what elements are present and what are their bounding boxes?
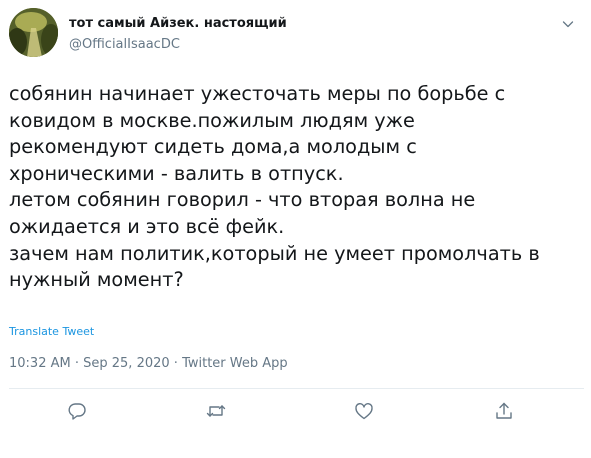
meta-separator: · — [70, 356, 84, 371]
translate-tweet-link[interactable]: Translate Tweet — [9, 325, 94, 338]
tweet-text-line: летом собянин говорил - что вторая волна… — [9, 188, 476, 212]
tweet-text-line: ковидом в москве.пожилым людям уже — [9, 108, 415, 132]
avatar[interactable] — [9, 8, 58, 57]
reply-icon[interactable] — [66, 400, 88, 422]
avatar-image — [9, 8, 58, 57]
tweet-text: собянин начинает ужесточать меры по борь… — [9, 81, 584, 294]
tweet-source[interactable]: Twitter Web App — [182, 356, 288, 371]
chevron-down-icon[interactable] — [561, 17, 575, 31]
meta-separator: · — [169, 356, 183, 371]
tweet-time[interactable]: 10:32 AM — [9, 356, 71, 371]
tweet-text-line: ожидается и это всё фейк. — [9, 214, 285, 238]
tweet-text-line: собянин начинает ужесточать меры по борь… — [9, 82, 506, 105]
tweet-date[interactable]: Sep 25, 2020 — [83, 356, 170, 371]
heart-icon[interactable] — [353, 400, 375, 422]
retweet-icon[interactable] — [205, 400, 227, 422]
tweet-text-line: хроническими - валить в отпуск. — [9, 161, 344, 185]
share-icon[interactable] — [493, 400, 515, 422]
author-handle[interactable]: @OfficialIsaacDC — [69, 37, 180, 52]
tweet-metadata: 10:32 AM · Sep 25, 2020 · Twitter Web Ap… — [9, 356, 288, 371]
tweet-text-line: рекомендуют сидеть дома,а молодым с — [9, 135, 417, 159]
tweet-card: тот самый Айзек. настоящий @OfficialIsaa… — [0, 0, 591, 458]
divider — [9, 388, 584, 389]
tweet-text-line: нужный момент? — [9, 268, 184, 292]
author-display-name[interactable]: тот самый Айзек. настоящий — [69, 16, 287, 31]
tweet-text-line: зачем нам политик,который не умеет промо… — [9, 241, 540, 265]
